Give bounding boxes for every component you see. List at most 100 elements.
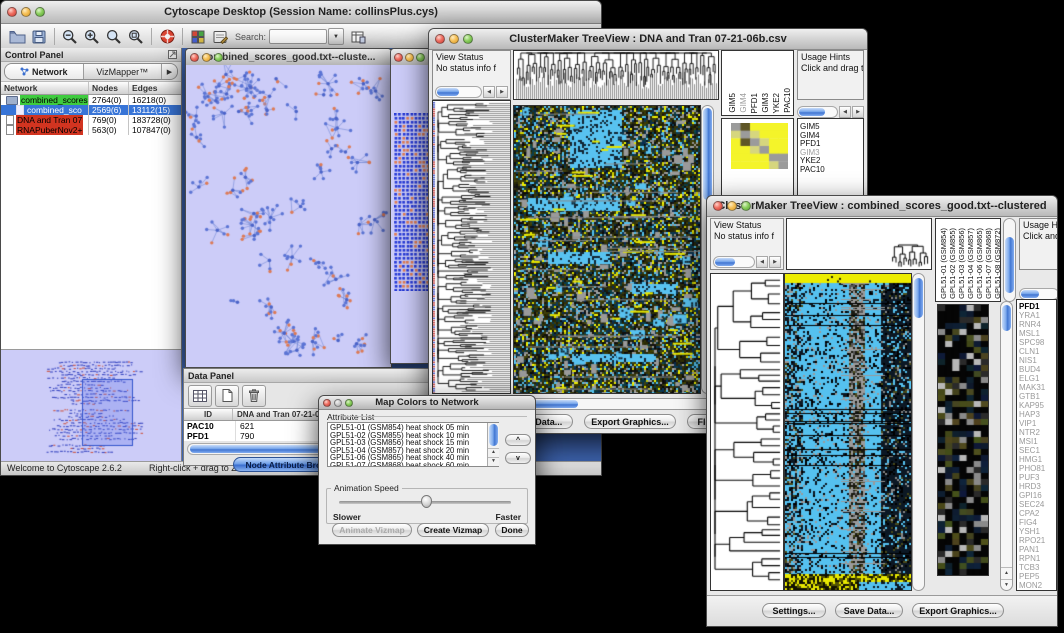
minimize-button[interactable] [21,7,31,17]
column-label[interactable]: GIM3 [761,93,772,113]
network-list-row[interactable]: combined_sco2569(6)13112(15) [1,105,181,115]
gene-label[interactable]: GTB1 [1017,392,1056,401]
grid-network-canvas[interactable] [394,113,428,291]
gene-label[interactable]: MSI1 [1017,437,1056,446]
new-attribute-button[interactable] [215,385,239,407]
close-button[interactable] [713,201,723,211]
search-dropdown-button[interactable]: ▼ [328,28,344,45]
scrollbar-thumb[interactable] [799,108,825,116]
gene-label[interactable]: MON2 [1017,581,1056,590]
row-dendrogram-canvas[interactable] [711,274,783,590]
tab-overflow-button[interactable]: ▶ [162,64,177,79]
network-list-row[interactable]: RNAPuberNov2+563(0)107847(0) [1,125,181,135]
gene-label[interactable]: RPO21 [1017,536,1056,545]
scrollbar-thumb[interactable] [1002,305,1011,331]
network-view-titlebar[interactable]: combined_scores_good.txt--cluste... [186,49,391,66]
gene-label[interactable]: SEC24 [1017,500,1056,509]
scroll-right-button[interactable]: ▶ [852,106,864,118]
attribute-item[interactable]: GPL51-07 (GSM868) heat shock 60 min [330,462,498,467]
zoom-button[interactable] [416,53,425,62]
attribute-list-vscrollbar[interactable]: ▲ ▼ [487,423,499,466]
heatmap-panel[interactable] [513,105,701,394]
network-list-row[interactable]: combined_scores2764(0)16218(0) [1,95,181,105]
gene-label[interactable]: ELG1 [1017,374,1056,383]
gene-label[interactable]: PFD1 [1017,302,1056,311]
gene-label[interactable]: SEC1 [1017,446,1056,455]
scroll-up-button[interactable]: ▲ [1001,567,1012,578]
column-label[interactable]: GIM4 [739,93,750,113]
grid-network-canvas-area[interactable] [391,65,429,363]
gene-label[interactable]: NIS1 [1017,356,1056,365]
gene-label[interactable]: NTR2 [1017,428,1056,437]
id-column-header[interactable]: ID [184,409,233,420]
matrix-heatmap-canvas[interactable] [731,123,788,169]
speed-slider-thumb[interactable] [421,495,432,508]
gene-label[interactable]: HMG1 [1017,455,1056,464]
gene-label[interactable]: VIP1 [1017,419,1056,428]
gene-list-vscrollbar[interactable]: ▲ ▼ [1000,301,1013,591]
zoom-button[interactable] [463,34,473,44]
gene-label[interactable]: PHO81 [1017,464,1056,473]
export-graphics-button[interactable]: Export Graphics... [584,414,676,429]
close-button[interactable] [190,53,199,62]
save-data-button[interactable]: Save Data... [835,603,903,618]
delete-attribute-button[interactable] [242,385,266,407]
heatmap-panel[interactable] [784,273,912,591]
gene-label[interactable]: BUD4 [1017,365,1056,374]
float-panel-icon[interactable] [168,50,177,59]
settings-button[interactable]: Settings... [762,603,826,618]
annotation-button[interactable] [209,26,231,47]
select-attributes-button[interactable] [188,385,212,407]
zoom-out-button[interactable] [59,26,81,47]
treeview1-titlebar[interactable]: ClusterMaker TreeView : DNA and Tran 07-… [429,29,867,50]
main-titlebar[interactable]: Cytoscape Desktop (Session Name: collins… [1,1,601,24]
gene-label[interactable]: PUF3 [1017,473,1056,482]
column-label[interactable]: GPL51-07 (GSM868) [984,228,993,299]
move-up-button[interactable]: ^ [505,434,531,446]
gene-label[interactable]: GPI16 [1017,491,1056,500]
network-canvas-area[interactable] [186,65,391,367]
scrollbar-thumb[interactable] [1005,237,1014,293]
attribute-browser-button[interactable] [347,26,369,47]
scrollbar-thumb[interactable] [437,88,459,96]
close-button[interactable] [323,399,331,407]
grid-network-titlebar[interactable] [391,49,429,66]
tab-network[interactable]: Network [5,64,84,79]
close-button[interactable] [394,53,403,62]
zoom-button[interactable] [345,399,353,407]
column-label[interactable]: GPL51-06 (GSM865) [975,228,984,299]
search-input[interactable] [269,29,327,44]
zoom-selected-button[interactable] [125,26,147,47]
gene-label[interactable]: TCB3 [1017,563,1056,572]
gene-label[interactable]: RPN1 [1017,554,1056,563]
heatmap-canvas[interactable] [785,274,911,590]
column-labels-vscrollbar[interactable] [1003,218,1016,302]
zoom-button[interactable] [214,53,223,62]
scroll-left-button[interactable]: ◀ [756,256,768,268]
row-label[interactable]: PAC10 [798,166,863,175]
heatmap-canvas[interactable] [514,106,700,393]
column-dendrogram-canvas[interactable] [514,51,718,99]
zoom-fit-button[interactable] [103,26,125,47]
row-dendrogram-panel[interactable] [710,273,784,591]
animate-vizmap-button[interactable]: Animate Vizmap [332,523,412,537]
heatmap-vscrollbar[interactable] [912,273,925,591]
scroll-left-button[interactable]: ◀ [483,86,495,98]
scroll-down-button[interactable]: ▼ [488,457,499,466]
scroll-right-button[interactable]: ▶ [496,86,508,98]
gene-label[interactable]: YSH1 [1017,527,1056,536]
scroll-left-button[interactable]: ◀ [839,106,851,118]
column-label[interactable]: GIM5 [728,93,739,113]
usage-hints-hscrollbar[interactable] [1019,288,1058,299]
column-label[interactable]: PFD1 [750,93,761,113]
view-status-hscrollbar[interactable]: ◀ ▶ [435,86,508,97]
zoom-heatmap-panel[interactable] [937,304,989,576]
minimize-button[interactable] [449,34,459,44]
export-graphics-button[interactable]: Export Graphics... [912,603,1004,618]
gene-label[interactable]: KAP95 [1017,401,1056,410]
column-label[interactable]: GPL51-04 (GSM857) [966,228,975,299]
gene-label[interactable]: FIG4 [1017,518,1056,527]
gene-label[interactable]: RNR4 [1017,320,1056,329]
minimize-button[interactable] [334,399,342,407]
gene-label[interactable]: MAK31 [1017,383,1056,392]
